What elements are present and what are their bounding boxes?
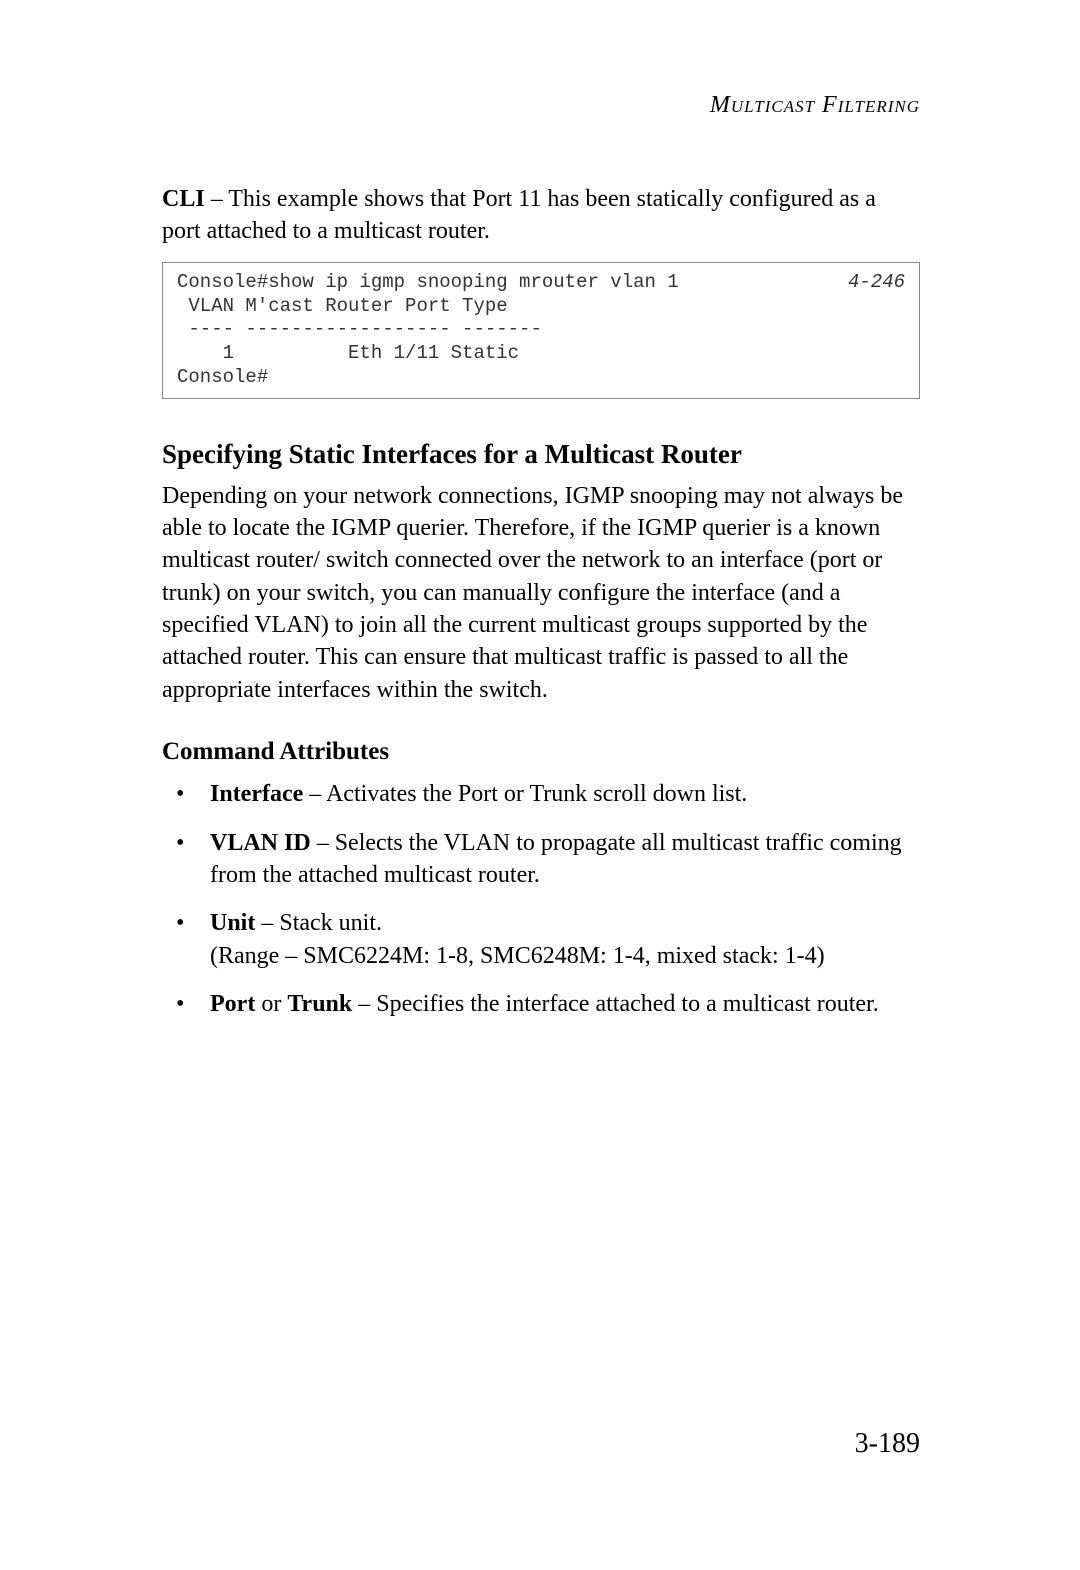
attr-term2: Trunk xyxy=(287,991,352,1017)
attr-extra: (Range – SMC6224M: 1-8, SMC6248M: 1-4, m… xyxy=(210,943,825,969)
list-item: Unit – Stack unit. (Range – SMC6224M: 1-… xyxy=(162,907,920,972)
attr-mid: or xyxy=(255,991,287,1017)
list-item: Port or Trunk – Specifies the interface … xyxy=(162,988,920,1020)
cli-output-box: 4-246 Console#show ip igmp snooping mrout… xyxy=(162,262,920,399)
intro-paragraph: CLI – This example shows that Port 11 ha… xyxy=(162,183,920,248)
list-item: Interface – Activates the Port or Trunk … xyxy=(162,778,920,810)
intro-text: – This example shows that Port 11 has be… xyxy=(162,186,876,244)
code-page-ref: 4-246 xyxy=(848,271,905,295)
code-body: Console#show ip igmp snooping mrouter vl… xyxy=(177,271,679,388)
page: Multicast Filtering CLI – This example s… xyxy=(0,0,1080,1570)
attr-desc: – Selects the VLAN to propagate all mult… xyxy=(210,830,902,888)
attr-desc: – Stack unit. xyxy=(255,910,382,936)
attr-term: VLAN ID xyxy=(210,830,311,856)
attr-desc: – Specifies the interface attached to a … xyxy=(352,991,878,1017)
section-title: Specifying Static Interfaces for a Multi… xyxy=(162,439,920,470)
list-item: VLAN ID – Selects the VLAN to propagate … xyxy=(162,827,920,892)
attrs-title: Command Attributes xyxy=(162,738,920,766)
section-body: Depending on your network connections, I… xyxy=(162,480,920,707)
attr-desc: – Activates the Port or Trunk scroll dow… xyxy=(303,781,747,807)
intro-lead: CLI xyxy=(162,186,205,212)
attr-term: Unit xyxy=(210,910,255,936)
attrs-list: Interface – Activates the Port or Trunk … xyxy=(162,778,920,1020)
page-number: 3-189 xyxy=(855,1428,920,1460)
attr-term: Interface xyxy=(210,781,303,807)
attr-term: Port xyxy=(210,991,255,1017)
running-head: Multicast Filtering xyxy=(162,92,920,119)
